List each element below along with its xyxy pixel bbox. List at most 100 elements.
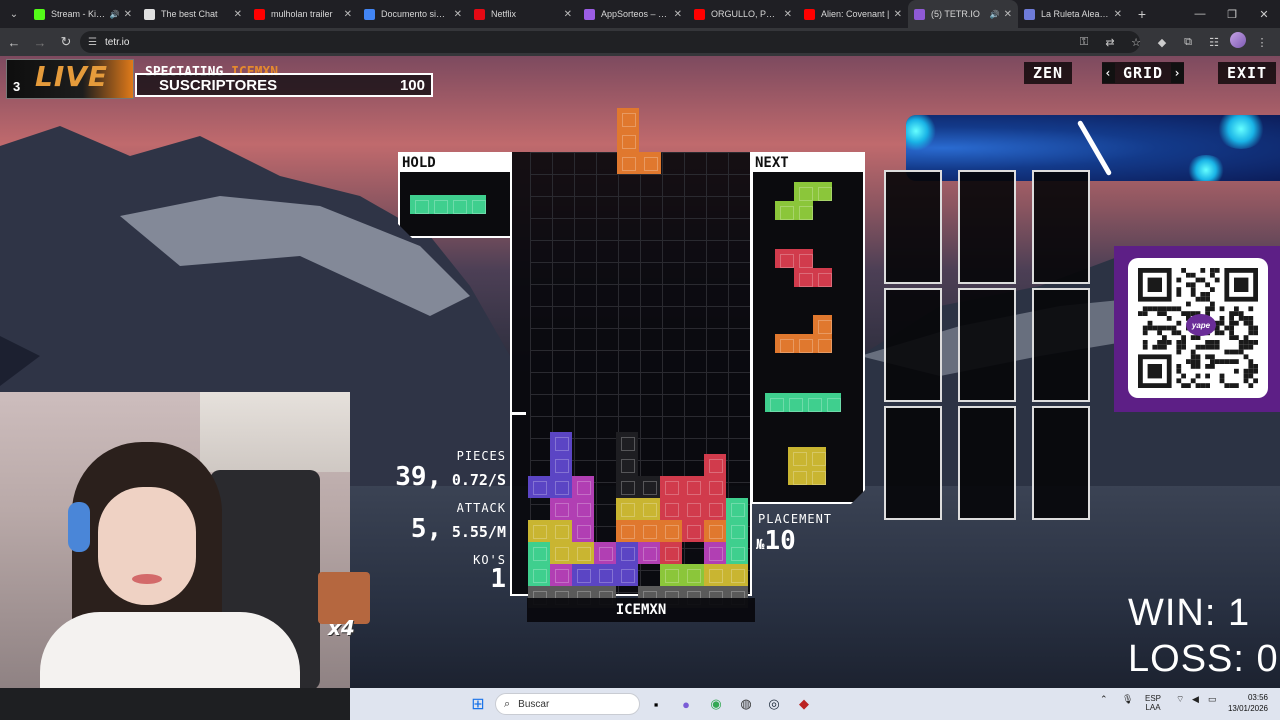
qr-module	[1190, 364, 1196, 369]
browser-tab[interactable]: mulholan trailer ✕	[248, 0, 358, 28]
microphone-icon[interactable]: 🎙	[1122, 694, 1133, 705]
back-button[interactable]: ←	[2, 30, 26, 54]
app-red-icon[interactable]: ◆	[794, 694, 814, 714]
tab-search-button[interactable]: ⌄	[0, 0, 28, 28]
browser-tab[interactable]: Documento sin título ✕	[358, 0, 468, 28]
next-piece-block	[775, 201, 794, 220]
password-key-icon[interactable]: ⚿	[1074, 32, 1094, 52]
url-field[interactable]: ☰ tetr.io	[80, 31, 1140, 53]
tab-audio-icon[interactable]: 🔊	[990, 10, 1000, 19]
taskbar-search[interactable]: ⌕ Buscar	[495, 693, 640, 715]
forward-button[interactable]: →	[28, 30, 52, 54]
exit-button[interactable]: EXIT	[1218, 62, 1276, 84]
close-window-icon[interactable]: ✕	[1248, 0, 1280, 28]
tab-close-icon[interactable]: ✕	[1114, 9, 1122, 20]
grid-next-button[interactable]: ›	[1171, 63, 1184, 83]
browser-tab[interactable]: (5) TETR.IO 🔊 ✕	[908, 0, 1018, 28]
next-piece-block	[794, 201, 813, 220]
app-chat-icon[interactable]: ●	[676, 694, 696, 714]
tab-close-icon[interactable]: ✕	[344, 9, 352, 20]
chrome-icon[interactable]: ◉	[706, 694, 726, 714]
grid-prev-button[interactable]: ‹	[1102, 63, 1115, 83]
task-view-icon[interactable]: ▪	[646, 694, 666, 714]
qr-module	[1205, 383, 1210, 388]
board-block	[682, 476, 704, 498]
qr-module	[1186, 383, 1191, 388]
browser-tab[interactable]: Stream - Kick Dashboard 🔊 ✕	[28, 0, 138, 28]
restore-icon[interactable]: ❐	[1216, 0, 1248, 28]
reading-list-icon[interactable]: ☷	[1204, 32, 1224, 52]
profile-avatar[interactable]	[1230, 32, 1246, 48]
qr-module	[1248, 383, 1254, 388]
browser-tab[interactable]: AppSorteos – La F ✕	[578, 0, 688, 28]
board-block	[704, 454, 726, 476]
qr-module	[1210, 364, 1215, 369]
tab-close-icon[interactable]: ✕	[234, 9, 242, 20]
opponent-board[interactable]	[884, 288, 942, 402]
grid-control: ‹ GRID ›	[1102, 62, 1184, 84]
qr-module	[1205, 282, 1210, 288]
volume-icon[interactable]: ◀	[1192, 694, 1199, 705]
minimize-icon[interactable]: —	[1184, 0, 1216, 28]
bookmark-star-icon[interactable]: ☆	[1126, 32, 1146, 52]
browser-tab[interactable]: Netflix ✕	[468, 0, 578, 28]
opponent-board[interactable]	[958, 406, 1016, 520]
opponent-board[interactable]	[958, 170, 1016, 284]
site-info-icon[interactable]: ☰	[88, 37, 97, 48]
qr-module	[1234, 306, 1239, 312]
app-obs-icon[interactable]: ◍	[736, 694, 756, 714]
reload-button[interactable]: ↻	[54, 30, 78, 54]
opponent-board[interactable]	[1032, 406, 1090, 520]
tab-close-icon[interactable]: ✕	[454, 9, 462, 20]
board-block	[726, 498, 748, 520]
wifi-icon[interactable]: ⌔	[1176, 694, 1184, 705]
language-indicator[interactable]: ESP LAA	[1145, 694, 1161, 712]
browser-tab[interactable]: ORGULLO, PREJUICIO ✕	[688, 0, 798, 28]
browser-menu-icon[interactable]: ⋮	[1252, 32, 1272, 52]
opponent-board[interactable]	[884, 406, 942, 520]
qr-module	[1142, 306, 1148, 312]
steam-icon[interactable]: ◎	[764, 694, 784, 714]
browser-tab[interactable]: The best Chat ✕	[138, 0, 248, 28]
taskbar-clock[interactable]: 03:56 13/01/2026	[1228, 692, 1268, 714]
qr-module	[1181, 335, 1186, 340]
battery-icon[interactable]: ▭	[1208, 694, 1217, 705]
board-block	[682, 520, 704, 542]
browser-tab[interactable]: La Ruleta Aleatoria ✕	[1018, 0, 1128, 28]
tab-close-icon[interactable]: ✕	[784, 9, 792, 20]
attack-stat: 5, 5.55/M	[380, 514, 506, 544]
attack-value: 5,	[410, 514, 443, 544]
tab-close-icon[interactable]: ✕	[894, 9, 902, 20]
qr-module	[1138, 311, 1143, 316]
webcam-face	[98, 487, 196, 605]
tab-close-icon[interactable]: ✕	[1004, 9, 1012, 20]
tab-label: The best Chat	[161, 9, 218, 19]
zen-button[interactable]: ZEN	[1024, 62, 1072, 84]
tab-close-icon[interactable]: ✕	[674, 9, 682, 20]
new-tab-button[interactable]: +	[1128, 6, 1156, 22]
garbage-meter	[512, 412, 526, 415]
tab-close-icon[interactable]: ✕	[124, 9, 132, 20]
board-block	[528, 520, 550, 542]
extensions-puzzle-icon[interactable]: ⧉	[1178, 32, 1198, 52]
tab-close-icon[interactable]: ✕	[564, 9, 572, 20]
translate-icon[interactable]: ⇄	[1100, 32, 1120, 52]
tab-audio-icon[interactable]: 🔊	[110, 10, 120, 19]
win-counter: WIN: 1	[1128, 592, 1251, 634]
windows-start-icon[interactable]: ⊞	[468, 694, 488, 714]
board-block	[704, 542, 726, 564]
webcam-shelf	[200, 392, 350, 472]
qr-module	[1248, 373, 1254, 379]
tray-expand-icon[interactable]: ⌃	[1100, 694, 1108, 705]
opponent-board[interactable]	[958, 288, 1016, 402]
extension-diamond-icon[interactable]: ◆	[1152, 32, 1172, 52]
opponent-board[interactable]	[1032, 288, 1090, 402]
opponent-board[interactable]	[884, 170, 942, 284]
windows-taskbar: ⊞ ⌕ Buscar ▪ ● ◉ ◍ ◎ ◆ ⌃ 🎙 ESP LAA ⌔ ◀ ▭…	[350, 688, 1280, 720]
board-block	[550, 542, 572, 564]
browser-tab[interactable]: Alien: Covenant | ✕	[798, 0, 908, 28]
qr-module	[1176, 368, 1182, 374]
grid-label[interactable]: GRID	[1123, 64, 1163, 82]
opponent-board[interactable]	[1032, 170, 1090, 284]
qr-module	[1176, 340, 1182, 345]
